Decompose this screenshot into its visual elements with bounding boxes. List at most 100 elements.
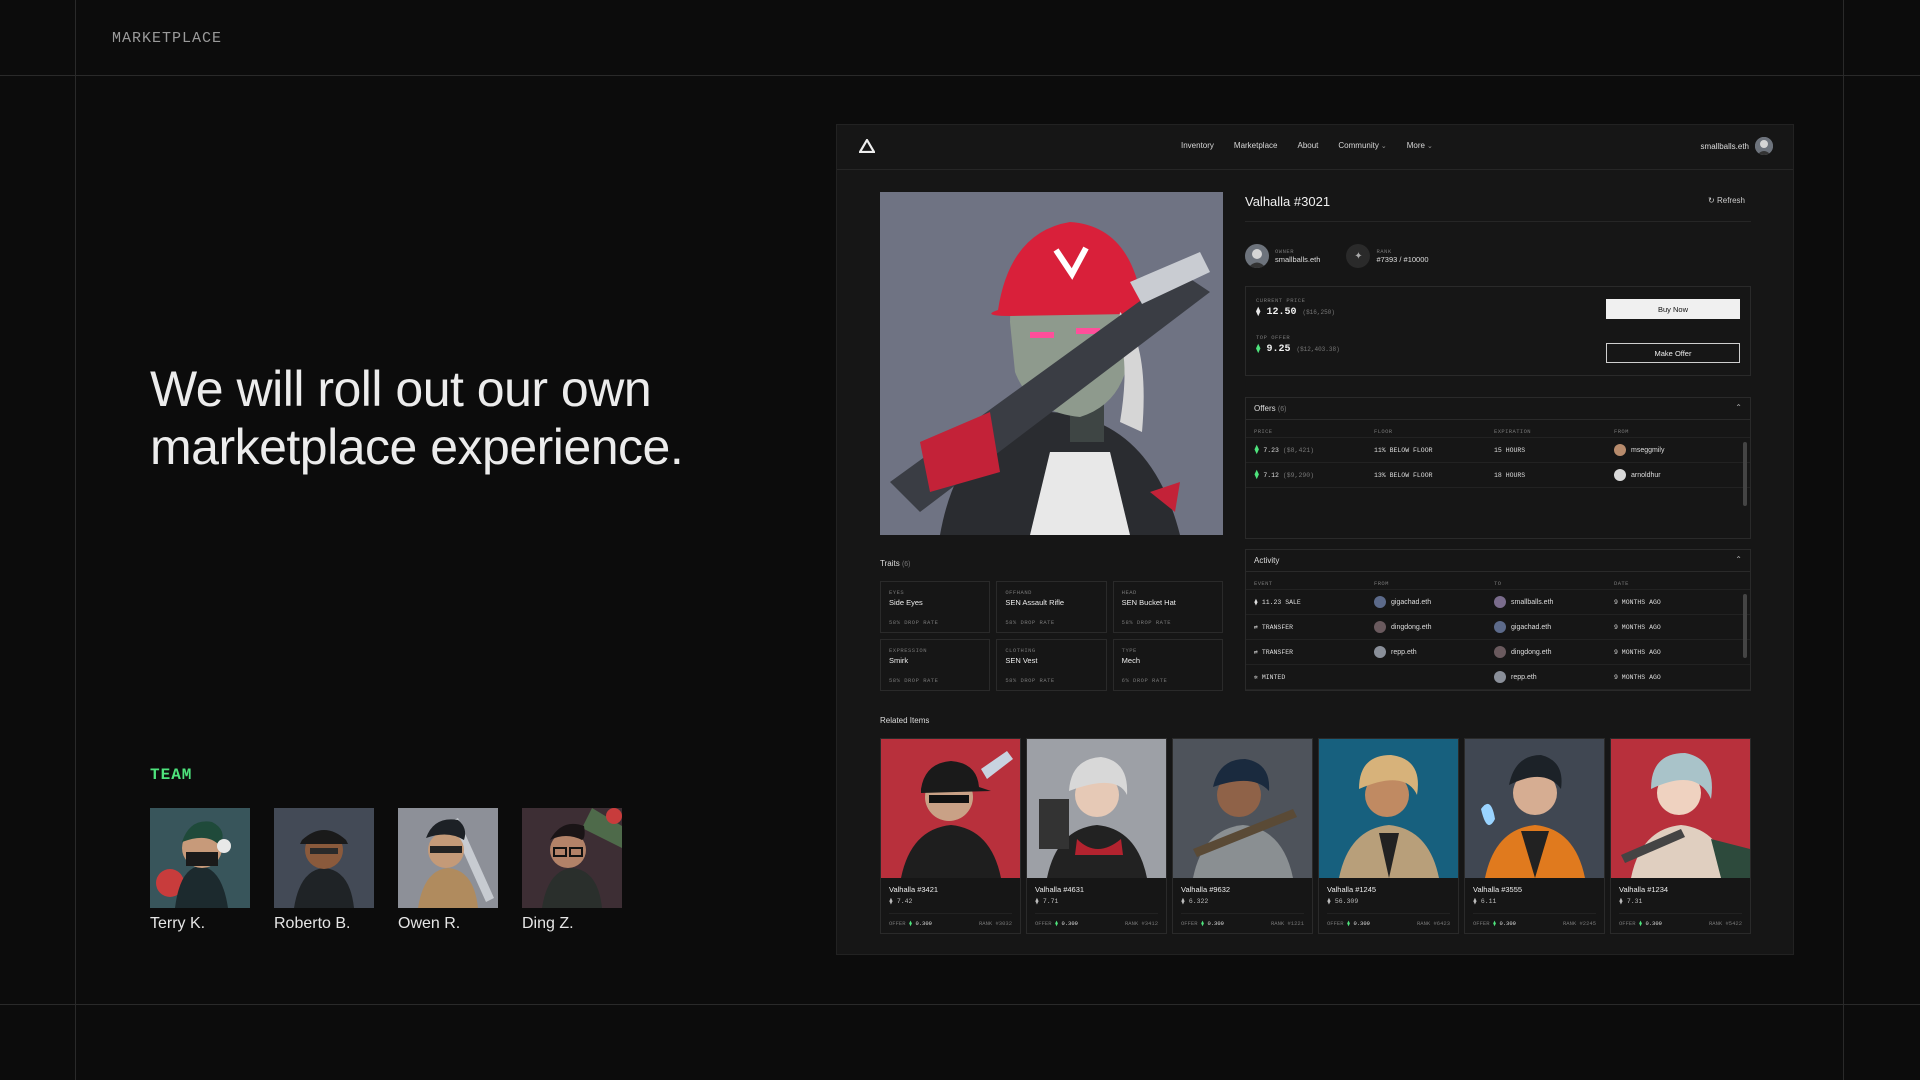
related-image	[881, 739, 1020, 878]
user-menu[interactable]: smallballs.eth	[1701, 137, 1773, 155]
trait-value: Side Eyes	[889, 598, 923, 607]
scrollbar[interactable]	[1743, 594, 1747, 658]
nav-more[interactable]: More ⌄	[1407, 141, 1433, 150]
nav-about[interactable]: About	[1297, 141, 1318, 150]
avatar	[1494, 671, 1506, 683]
trait-type: CLOTHING	[1005, 647, 1036, 654]
team-member: Ding Z.	[522, 808, 622, 933]
table-row[interactable]: ⧫ 11.23 SALE gigachad.eth smallballs.eth…	[1246, 590, 1750, 615]
related-card[interactable]: Valhalla #1234 ⧫ 7.31 OFFER ⧫ 0.309 RANK …	[1610, 738, 1751, 934]
team-label: TEAM	[150, 766, 193, 784]
eth-icon: ⧫	[1200, 920, 1205, 927]
rank-info: ✦ RANK #7393 / #10000	[1346, 244, 1429, 268]
column-header: FLOOR	[1374, 428, 1393, 435]
table-row[interactable]: ⧫ 7.23 ($8,421) 11% BELOW FLOOR 15 HOURS…	[1246, 438, 1750, 463]
related-rank: RANK #3412	[1124, 920, 1158, 927]
top-offer-usd: ($12,403.38)	[1296, 346, 1340, 353]
related-rank: RANK #5422	[1708, 920, 1742, 927]
related-card[interactable]: Valhalla #1245 ⧫ 56.309 OFFER ⧫ 0.309 RAN…	[1318, 738, 1459, 934]
related-price: 7.42	[896, 898, 913, 905]
offer-usd: ($8,421)	[1282, 447, 1315, 454]
activity-to: dingdong.eth	[1511, 648, 1552, 656]
eth-icon: ⧫	[1254, 599, 1258, 606]
chevron-down-icon: ⌄	[1380, 143, 1387, 150]
nav-marketplace[interactable]: Marketplace	[1234, 141, 1278, 150]
owner-avatar[interactable]	[1245, 244, 1269, 268]
owner-name[interactable]: smallballs.eth	[1275, 255, 1320, 264]
avatar	[1494, 646, 1506, 658]
traits-title: Traits (6)	[880, 559, 911, 568]
traits-title-text: Traits	[880, 559, 900, 568]
eth-icon: ⧫	[908, 920, 913, 927]
scrollbar[interactable]	[1743, 442, 1747, 506]
transfer-icon: ⇄	[1254, 624, 1258, 631]
transfer-icon: ⇄	[1254, 649, 1258, 656]
logo-icon[interactable]	[859, 139, 875, 153]
trait-card[interactable]: CLOTHING SEN Vest 58% DROP RATE	[996, 639, 1107, 691]
activity-header[interactable]: Activity ⌃	[1246, 550, 1750, 572]
nav-inventory[interactable]: Inventory	[1181, 141, 1214, 150]
related-card[interactable]: Valhalla #4631 ⧫ 7.71 OFFER ⧫ 0.309 RANK …	[1026, 738, 1167, 934]
buy-now-button[interactable]: Buy Now	[1606, 299, 1740, 319]
column-header: TO	[1494, 580, 1502, 587]
trait-card[interactable]: EXPRESSION Smirk 58% DROP RATE	[880, 639, 991, 691]
avatar	[274, 808, 374, 908]
sparkle-icon: ✦	[1346, 244, 1371, 268]
offer-expiration: 15 HOURS	[1494, 446, 1526, 454]
table-row[interactable]: ✲ MINTED repp.eth 9 MONTHS AGO	[1246, 665, 1750, 690]
offers-header[interactable]: Offers (6) ⌃	[1246, 398, 1750, 420]
table-row[interactable]: ⇄ TRANSFER repp.eth dingdong.eth 9 MONTH…	[1246, 640, 1750, 665]
trait-card[interactable]: EYES Side Eyes 58% DROP RATE	[880, 581, 991, 633]
related-name: Valhalla #4631	[1035, 885, 1085, 894]
column-header: PRICE	[1254, 428, 1273, 435]
nav-community-label: Community	[1338, 141, 1379, 150]
team-member: Owen R.	[398, 808, 498, 933]
eth-icon: ⧫	[1254, 470, 1260, 480]
eth-icon: ⧫	[1181, 898, 1185, 905]
table-row[interactable]: ⧫ 7.12 ($9,290) 13% BELOW FLOOR 18 HOURS…	[1246, 463, 1750, 488]
make-offer-button[interactable]: Make Offer	[1606, 343, 1740, 363]
activity-event: MINTED	[1261, 674, 1286, 681]
related-price: 56.309	[1334, 898, 1359, 905]
owner-rank-row: OWNER smallballs.eth ✦ RANK #7393 / #100…	[1245, 244, 1751, 268]
related-offer: 0.309	[1061, 920, 1078, 927]
eth-icon: ⧫	[1035, 898, 1039, 905]
related-card[interactable]: Valhalla #9632 ⧫ 6.322 OFFER ⧫ 0.309 RANK…	[1172, 738, 1313, 934]
trait-card[interactable]: HEAD SEN Bucket Hat 58% DROP RATE	[1112, 581, 1223, 633]
chevron-up-icon[interactable]: ⌃	[1735, 403, 1742, 412]
traits-grid: EYES Side Eyes 58% DROP RATE OFFHAND SEN As…	[880, 581, 1223, 691]
avatar	[1614, 444, 1626, 456]
chevron-up-icon[interactable]: ⌃	[1735, 555, 1742, 564]
eth-icon: ⧫	[889, 898, 893, 905]
nav-community[interactable]: Community ⌄	[1338, 141, 1386, 150]
activity-event: 11.23 SALE	[1261, 599, 1301, 606]
avatar	[522, 808, 622, 908]
trait-card[interactable]: TYPE Mech 6% DROP RATE	[1112, 639, 1223, 691]
divider-bottom	[0, 1004, 1920, 1005]
table-row[interactable]: ⇄ TRANSFER dingdong.eth gigachad.eth 9 M…	[1246, 615, 1750, 640]
refresh-button[interactable]: ↻ Refresh	[1708, 196, 1745, 205]
related-image	[1611, 739, 1750, 878]
mint-icon: ✲	[1254, 674, 1258, 681]
eth-icon: ⧫	[1256, 343, 1261, 353]
trait-card[interactable]: OFFHAND SEN Assault Rifle 58% DROP RATE	[996, 581, 1107, 633]
avatar	[150, 808, 250, 908]
rank-value: #7393 / #10000	[1376, 255, 1429, 264]
trait-type: HEAD	[1121, 589, 1137, 596]
related-card[interactable]: Valhalla #3555 ⧫ 6.11 OFFER ⧫ 0.309 RANK …	[1464, 738, 1605, 934]
section-label: MARKETPLACE	[112, 30, 223, 47]
activity-to: smallballs.eth	[1511, 598, 1554, 606]
offer-label: OFFER	[1473, 920, 1490, 927]
avatar	[398, 808, 498, 908]
top-offer-price: 9.25	[1266, 344, 1291, 355]
related-card[interactable]: Valhalla #3421 ⧫ 7.42 OFFER ⧫ 0.309 RANK …	[880, 738, 1021, 934]
related-offer: 0.309	[1207, 920, 1224, 927]
trait-value: SEN Assault Rifle	[1005, 598, 1065, 607]
eth-icon: ⧫	[1473, 898, 1477, 905]
divider-right	[1843, 0, 1844, 1080]
column-header: FROM	[1374, 580, 1389, 587]
trait-value: Smirk	[889, 656, 909, 665]
activity-from: repp.eth	[1391, 648, 1417, 656]
offers-title: Offers	[1254, 404, 1276, 413]
member-name: Ding Z.	[522, 915, 574, 932]
